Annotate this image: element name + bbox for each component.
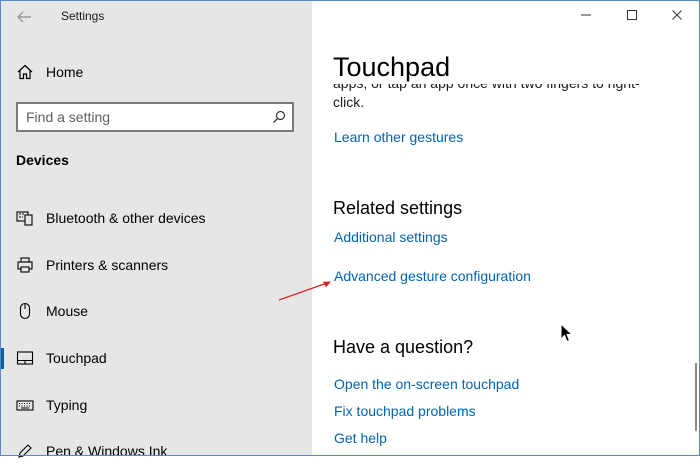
back-arrow-icon[interactable] [14,7,34,27]
description-line-2: click. [333,94,365,110]
main-content: Touchpad apps, or tap an app once with t… [312,0,700,456]
sidebar-item-label: Touchpad [46,350,107,366]
close-icon [672,10,682,20]
maximize-icon [627,10,637,20]
sidebar-item-bluetooth[interactable]: Bluetooth & other devices [0,198,312,238]
close-button[interactable] [665,5,689,25]
section-title-devices: Devices [16,152,69,168]
sidebar-item-pen[interactable]: Pen & Windows Ink [0,431,312,471]
mouse-icon [19,302,31,320]
search-input[interactable] [26,107,256,127]
description-line-1: apps, or tap an app once with two finger… [333,84,640,93]
home-label: Home [46,64,84,80]
annotation-arrow [278,281,331,301]
minimize-icon [581,14,591,16]
sidebar-item-label: Pen & Windows Ink [46,443,168,459]
home-nav[interactable]: Home [16,60,83,84]
learn-gestures-link[interactable]: Learn other gestures [334,129,463,145]
sidebar-item-label: Bluetooth & other devices [46,210,206,226]
home-icon [17,64,33,80]
pen-icon [18,444,32,458]
search-icon[interactable] [272,110,286,124]
sidebar-item-label: Printers & scanners [46,257,169,273]
sidebar: Settings Home Devices Bluetooth & other … [0,0,312,459]
mouse-pointer-icon [560,323,574,343]
app-title: Settings [61,9,105,23]
sidebar-item-mouse[interactable]: Mouse [0,291,312,331]
maximize-button[interactable] [620,5,644,25]
additional-settings-link[interactable]: Additional settings [334,229,448,245]
touchpad-icon [16,351,34,365]
get-help-link[interactable]: Get help [334,430,387,446]
related-settings-heading: Related settings [333,198,463,218]
search-box[interactable] [16,102,294,132]
gesture-description: apps, or tap an app once with two finger… [333,84,663,112]
fix-touchpad-link[interactable]: Fix touchpad problems [334,403,476,419]
page-title: Touchpad [333,52,451,82]
sidebar-item-typing[interactable]: Typing [0,385,312,425]
sidebar-item-printers[interactable]: Printers & scanners [0,245,312,285]
onscreen-touchpad-link[interactable]: Open the on-screen touchpad [334,376,519,392]
bluetooth-devices-icon [16,211,33,226]
keyboard-icon [16,400,34,411]
sidebar-item-label: Mouse [46,303,89,319]
sidebar-item-label: Typing [46,397,88,413]
advanced-gesture-link[interactable]: Advanced gesture configuration [334,268,531,284]
minimize-button[interactable] [574,5,598,25]
scrollbar[interactable] [695,363,697,431]
printer-icon [17,257,33,273]
question-heading: Have a question? [333,337,474,357]
sidebar-item-touchpad[interactable]: Touchpad [0,338,312,378]
